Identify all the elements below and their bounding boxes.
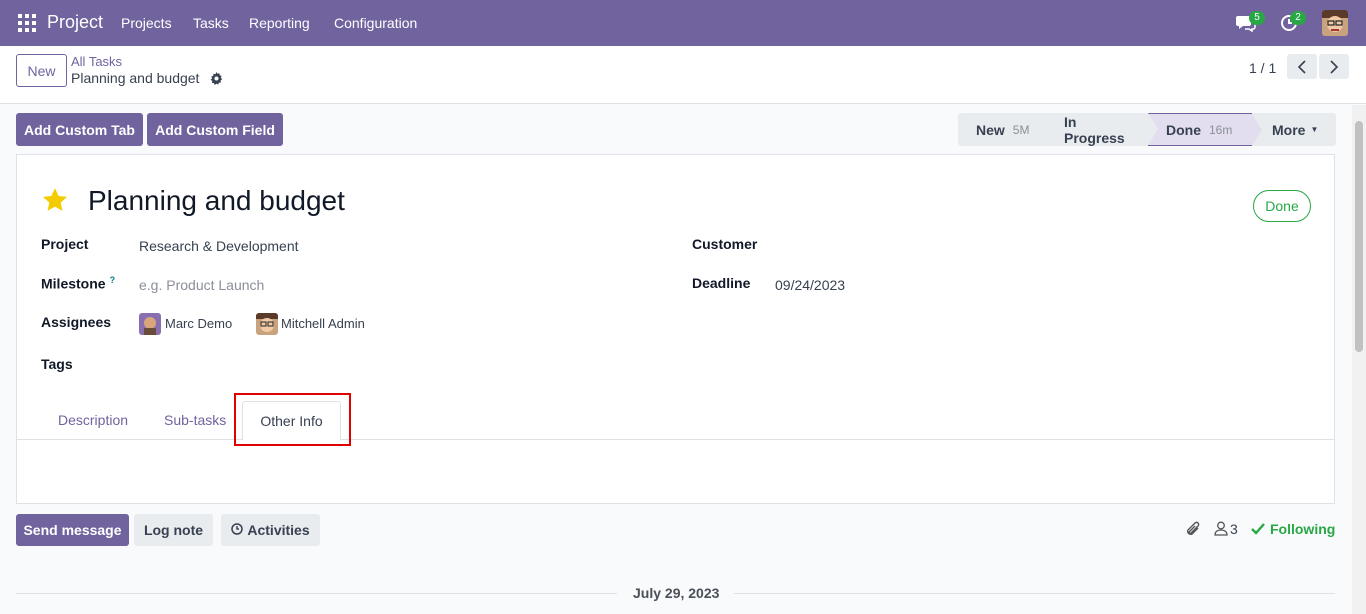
assignee-name[interactable]: Marc Demo [165, 316, 232, 331]
assignees-label: Assignees [41, 314, 112, 330]
activities-button[interactable]: Activities [221, 514, 320, 546]
milestone-field[interactable]: e.g. Product Launch [139, 277, 264, 293]
messages-badge: 5 [1249, 11, 1265, 25]
status-bar: New 5M In Progress Done 16m More ▼ [958, 113, 1336, 146]
clock-icon [231, 522, 244, 538]
menu-tasks[interactable]: Tasks [193, 15, 229, 31]
menu-configuration[interactable]: Configuration [334, 15, 417, 31]
stage-duration: 16m [1209, 122, 1233, 137]
menu-reporting[interactable]: Reporting [249, 15, 310, 31]
tab-subtasks[interactable]: Sub-tasks [164, 412, 226, 428]
pager-previous-button[interactable] [1287, 54, 1317, 79]
add-custom-field-button[interactable]: Add Custom Field [147, 113, 283, 146]
stage-arrow [1252, 114, 1262, 146]
form-sheet: Planning and budget Done Project Researc… [16, 154, 1335, 504]
date-separator-line [16, 593, 617, 594]
deadline-field[interactable]: 09/24/2023 [775, 277, 845, 293]
caret-down-icon: ▼ [1310, 125, 1319, 134]
paperclip-icon[interactable] [1185, 520, 1201, 541]
project-label: Project [41, 236, 89, 252]
tags-label: Tags [41, 356, 73, 372]
tabs-divider [17, 439, 1334, 440]
stage-arrow [1148, 113, 1158, 145]
stage-in-progress[interactable]: In Progress [1046, 113, 1158, 146]
deadline-label: Deadline [692, 275, 751, 291]
vertical-scrollbar[interactable] [1352, 105, 1366, 614]
log-note-button[interactable]: Log note [134, 514, 213, 546]
control-panel: New All Tasks Planning and budget 1 / 1 [0, 46, 1366, 104]
stage-label: Done [1166, 121, 1201, 138]
milestone-label: Milestone? [41, 275, 115, 292]
tab-description[interactable]: Description [58, 412, 128, 428]
followers-icon[interactable] [1214, 521, 1228, 539]
stage-duration: 5M [1012, 122, 1030, 137]
top-navbar: Project Projects Tasks Reporting Configu… [0, 0, 1366, 46]
stage-label: New [976, 121, 1005, 138]
stage-done[interactable]: Done 16m [1148, 113, 1262, 146]
assignee-name[interactable]: Mitchell Admin [281, 316, 365, 331]
project-field[interactable]: Research & Development [139, 238, 299, 254]
stage-new[interactable]: New 5M [958, 113, 1056, 146]
customer-label: Customer [692, 236, 758, 252]
form-view: Add Custom Tab Add Custom Field New 5M I… [0, 105, 1352, 614]
activities-label: Activities [247, 522, 310, 538]
assignee-avatar-marc [139, 313, 161, 335]
highlight-box [234, 393, 351, 446]
more-stages-dropdown[interactable]: More ▼ [1252, 113, 1336, 146]
star-icon[interactable] [41, 187, 69, 217]
pager-next-button[interactable] [1319, 54, 1349, 79]
new-button[interactable]: New [16, 54, 67, 87]
milestone-help-icon[interactable]: ? [110, 275, 116, 285]
more-label: More [1272, 121, 1306, 138]
milestone-label-text: Milestone [41, 275, 106, 292]
gear-icon[interactable] [210, 72, 223, 88]
scrollbar-thumb[interactable] [1355, 121, 1363, 352]
send-message-button[interactable]: Send message [16, 514, 129, 546]
task-title[interactable]: Planning and budget [88, 185, 345, 217]
breadcrumb-current: Planning and budget [71, 70, 200, 86]
following-button[interactable]: Following [1270, 521, 1335, 537]
stage-arrow [1046, 113, 1056, 145]
state-badge[interactable]: Done [1253, 190, 1311, 222]
pager-value[interactable]: 1 / 1 [1249, 60, 1276, 76]
add-custom-tab-button[interactable]: Add Custom Tab [16, 113, 143, 146]
date-separator-line [734, 593, 1335, 594]
followers-count[interactable]: 3 [1230, 521, 1238, 537]
stage-label: In Progress [1064, 113, 1125, 146]
check-icon [1251, 522, 1265, 538]
assignee-avatar-mitchell [256, 313, 278, 335]
user-avatar[interactable] [1322, 10, 1348, 36]
date-separator: July 29, 2023 [633, 585, 720, 601]
menu-projects[interactable]: Projects [121, 15, 172, 31]
app-title[interactable]: Project [47, 12, 103, 33]
breadcrumb-parent[interactable]: All Tasks [71, 54, 122, 69]
activities-badge: 2 [1290, 11, 1306, 25]
app-menu-icon[interactable] [18, 14, 36, 32]
